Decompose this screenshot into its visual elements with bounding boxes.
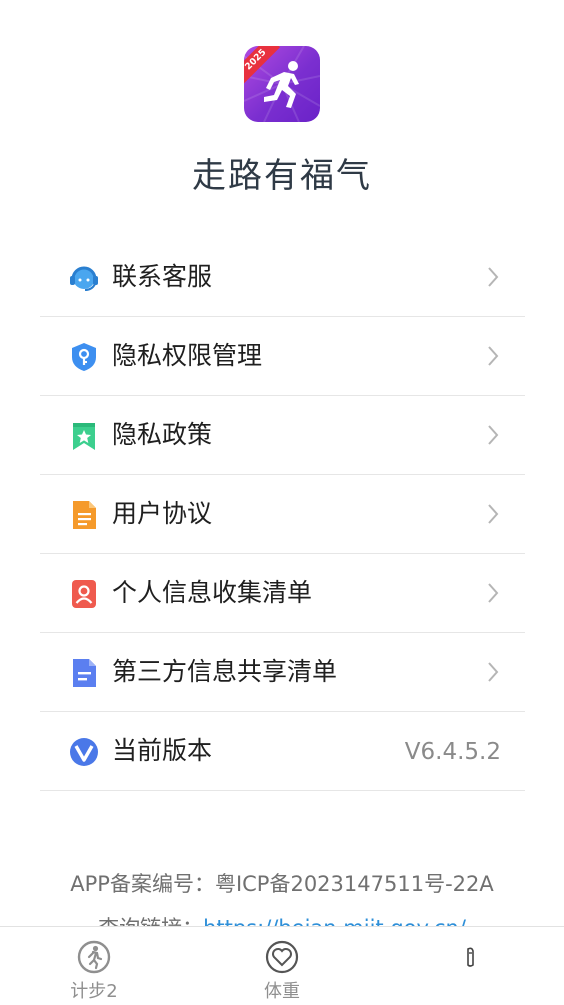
menu-item-customer-service[interactable]: 联系客服 [40, 238, 525, 317]
walker-icon [77, 940, 111, 974]
heart-icon [265, 940, 299, 974]
chevron-right-icon [488, 425, 499, 445]
menu-item-label: 用户协议 [112, 499, 213, 528]
chevron-right-icon [488, 346, 499, 366]
tab-label: 体重 [264, 981, 300, 1002]
chevron-right-icon [488, 583, 499, 603]
bottom-tab-bar: 计步2 体重 [0, 926, 564, 1005]
settings-menu: 联系客服 隐私权限管理 隐私政策 用户协议 个人信息收集清单 第三方信息共享清单… [40, 238, 525, 791]
menu-item-label: 个人信息收集清单 [112, 578, 313, 607]
chevron-right-icon [488, 504, 499, 524]
document-icon [73, 501, 96, 529]
menu-item-privacy-permissions[interactable]: 隐私权限管理 [40, 317, 525, 396]
version-value: V6.4.5.2 [404, 739, 501, 765]
bookmark-star-icon [73, 423, 95, 450]
profile-icon [467, 947, 474, 967]
runner-icon [264, 61, 299, 108]
version-v-icon [70, 738, 98, 766]
person-card-icon [72, 580, 96, 608]
menu-item-personal-info-list[interactable]: 个人信息收集清单 [40, 554, 525, 633]
chevron-right-icon [488, 662, 499, 682]
menu-item-label: 联系客服 [112, 262, 213, 291]
menu-item-label: 第三方信息共享清单 [112, 657, 338, 686]
menu-item-label: 隐私政策 [112, 420, 213, 449]
tab-steps[interactable]: 计步2 [0, 927, 188, 1005]
customer-service-icon [70, 266, 98, 291]
menu-item-current-version[interactable]: 当前版本 V6.4.5.2 [40, 712, 525, 791]
share-doc-icon [73, 659, 96, 687]
menu-item-privacy-policy[interactable]: 隐私政策 [40, 396, 525, 475]
tab-profile[interactable] [376, 927, 564, 1005]
privacy-shield-icon [72, 343, 96, 371]
icp-record: APP备案编号：粤ICP备2023147511号-22A [70, 872, 494, 896]
menu-item-third-party-sharing[interactable]: 第三方信息共享清单 [40, 633, 525, 712]
menu-item-label: 隐私权限管理 [112, 341, 263, 370]
tab-weight[interactable]: 体重 [188, 927, 376, 1005]
tab-label: 计步2 [70, 981, 118, 1002]
chevron-right-icon [488, 267, 499, 287]
app-name: 走路有福气 [192, 156, 372, 196]
menu-item-label: 当前版本 [112, 736, 213, 765]
menu-item-user-agreement[interactable]: 用户协议 [40, 475, 525, 554]
app-logo: 2025 [244, 46, 320, 122]
